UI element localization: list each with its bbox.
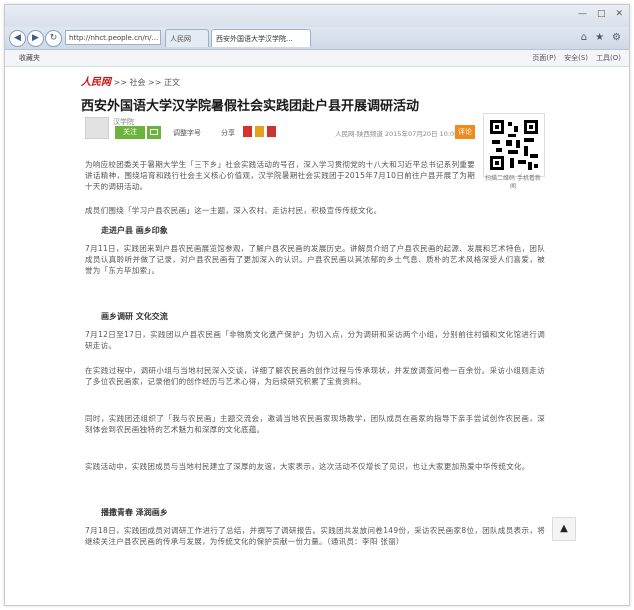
forward-icon[interactable]: ▶ bbox=[27, 30, 44, 47]
article-paragraph: 实践活动中，实践团成员与当地村民建立了深厚的友谊，大家表示，这次活动不仅增长了见… bbox=[85, 462, 530, 471]
comment-button[interactable]: 评论 bbox=[455, 125, 475, 139]
tab-people[interactable]: 人民网 bbox=[165, 29, 209, 47]
article-meta: 人民网-陕西频道 2015年07月20日 10:00 bbox=[335, 130, 459, 138]
star-icon[interactable]: ★ bbox=[595, 32, 604, 43]
nav-bar: ◀ ▶ ↻ http://nhct.people.cn/n/... 人民网 西安… bbox=[5, 27, 629, 50]
menu-page[interactable]: 页面(P) bbox=[532, 50, 556, 66]
section-title: 画乡调研 文化交流 bbox=[101, 312, 168, 321]
article-paragraph: 成员们围绕「学习户县农民画」这一主题，深入农村、走访村民，积极宣传传统文化。 bbox=[85, 206, 382, 215]
section-title: 走进户县 画乡印象 bbox=[101, 226, 168, 235]
address-bar[interactable]: http://nhct.people.cn/n/... bbox=[65, 30, 161, 45]
breadcrumb: 人民网 >> 社会 >> 正文 bbox=[81, 73, 180, 88]
favorites-label[interactable]: 收藏夹 bbox=[19, 50, 40, 66]
refresh-icon[interactable]: ↻ bbox=[45, 30, 62, 47]
font-size-control[interactable]: 调整字号 bbox=[173, 128, 201, 138]
qzone-share-icon[interactable] bbox=[255, 126, 264, 137]
breadcrumb-path[interactable]: >> 社会 >> 正文 bbox=[114, 78, 180, 87]
web-page: 人民网 >> 社会 >> 正文 西安外国语大学汉学院暑假社会实践团赴户县开展调研… bbox=[5, 67, 629, 605]
up-arrow-icon: ▲ bbox=[560, 523, 568, 534]
browser-icons: ⌂ ★ ⚙ bbox=[581, 32, 621, 43]
menu-tools[interactable]: 工具(O) bbox=[596, 50, 621, 66]
back-icon[interactable]: ◀ bbox=[9, 30, 26, 47]
settings-icon[interactable]: ⚙ bbox=[612, 32, 621, 43]
minimize-icon[interactable]: — bbox=[578, 9, 587, 19]
browser-window: — □ ✕ ◀ ▶ ↻ http://nhct.people.cn/n/... … bbox=[4, 4, 630, 606]
title-bar: — □ ✕ bbox=[5, 5, 629, 27]
article-paragraph: 为响应校团委关于暑期大学生「三下乡」社会实践活动的号召，深入学习贯彻党的十八大和… bbox=[85, 160, 475, 191]
weibo-share-icon[interactable] bbox=[243, 126, 252, 137]
qr-code-icon bbox=[483, 113, 545, 177]
people-share-icon[interactable] bbox=[267, 126, 276, 137]
menu-safety[interactable]: 安全(S) bbox=[564, 50, 588, 66]
article-headline: 西安外国语大学汉学院暑假社会实践团赴户县开展调研活动 bbox=[81, 99, 420, 114]
article-paragraph: 在实践过程中，调研小组与当地村民深入交谈，详细了解农民画的创作过程与传承现状，并… bbox=[85, 366, 545, 386]
article-paragraph: 同时，实践团还组织了「我与农民画」主题交流会，邀请当地农民画家现场教学，团队成员… bbox=[85, 414, 545, 434]
article-paragraph: 7月12日至17日，实践团以户县农民画「非物质文化遗产保护」为切入点，分为调研和… bbox=[85, 330, 545, 350]
article-paragraph: 7月11日，实践团来到户县农民画展览馆参观，了解户县农民画的发展历史。讲解员介绍… bbox=[85, 244, 545, 275]
site-logo[interactable]: 人民网 bbox=[81, 77, 111, 88]
maximize-icon[interactable]: □ bbox=[597, 9, 606, 19]
command-bar: 页面(P) 安全(S) 工具(O) bbox=[532, 50, 621, 66]
qr-caption: 扫描二维码 手机看新闻 bbox=[485, 175, 541, 190]
tab-article[interactable]: 西安外国语大学汉学院... bbox=[211, 29, 311, 47]
follow-button[interactable]: 关注 bbox=[115, 126, 145, 139]
mail-icon[interactable] bbox=[147, 126, 161, 139]
section-title: 播撒青春 泽润画乡 bbox=[101, 508, 168, 517]
article-paragraph: 7月18日，实践团成员对调研工作进行了总结，并撰写了调研报告。实践团共发放问卷1… bbox=[85, 526, 545, 546]
home-icon[interactable]: ⌂ bbox=[581, 32, 587, 43]
window-controls: — □ ✕ bbox=[578, 9, 623, 19]
close-icon[interactable]: ✕ bbox=[615, 9, 623, 19]
avatar[interactable] bbox=[85, 117, 109, 139]
favorites-bar: 收藏夹 页面(P) 安全(S) 工具(O) bbox=[5, 50, 629, 67]
back-to-top-button[interactable]: ▲ bbox=[552, 517, 576, 541]
share-label: 分享 bbox=[221, 129, 235, 137]
